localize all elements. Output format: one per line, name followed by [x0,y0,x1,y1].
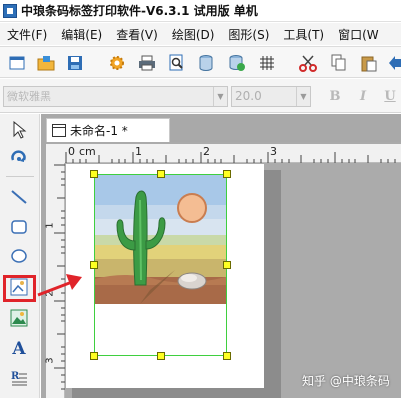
resize-handle-bottom-right[interactable] [223,352,231,360]
italic-button[interactable]: I [355,88,371,106]
ruler-label-1: 1 [135,145,142,158]
ruler-v-label-1: 1 [44,222,56,229]
chevron-down-icon[interactable]: ▼ [296,87,310,106]
ruler-v-label-3: 3 [44,357,56,364]
selection-frame [94,174,227,356]
highlight-box [3,275,36,302]
copy-icon[interactable] [330,54,348,72]
open-folder-icon[interactable] [37,54,55,72]
tab-label: 未命名-1 * [70,124,128,138]
font-family-value: 微软雅黑 [7,90,51,103]
resize-handle-bottom-left[interactable] [90,352,98,360]
resize-handle-bottom-center[interactable] [157,352,165,360]
document-icon [52,124,66,137]
database-settings-icon[interactable] [228,54,246,72]
main-toolbar [0,46,401,78]
menu-edit[interactable]: 编辑(E) [54,26,109,43]
annotation-arrow-icon [37,274,82,297]
rounded-rect-tool-icon[interactable] [8,216,30,238]
ruler-label-0: 0 [68,145,75,158]
print-icon[interactable] [138,54,156,72]
menu-shape[interactable]: 图形(S) [221,26,276,43]
watermark: 知乎 @中琅条码 [302,374,390,388]
font-size-value: 20.0 [235,89,262,103]
ruler-corner [46,144,65,163]
svg-text:R: R [11,371,20,382]
line-tool-icon[interactable] [8,186,30,208]
resize-handle-middle-left[interactable] [90,261,98,269]
font-family-select[interactable]: 微软雅黑 ▼ [3,86,228,107]
page-shadow-bottom [72,388,281,398]
database-icon[interactable] [197,54,215,72]
page-shadow [264,170,281,398]
left-tool-panel: A R [0,114,40,398]
resize-handle-top-left[interactable] [90,170,98,178]
ruler-label-2: 2 [203,145,210,158]
menu-view[interactable]: 查看(V) [109,26,165,43]
menu-window[interactable]: 窗口(W [331,26,386,43]
menu-file[interactable]: 文件(F) [0,26,54,43]
ruler-label-3: 3 [270,145,277,158]
menu-draw[interactable]: 绘图(D) [165,26,222,43]
app-icon [3,3,17,18]
ellipse-tool-icon[interactable] [8,245,30,267]
cut-icon[interactable] [299,54,317,72]
text-tool-icon[interactable]: A [8,338,30,360]
bold-button[interactable]: B [327,88,343,106]
horizontal-ruler: 0 cm 1 2 3 [65,144,401,163]
underline-button[interactable]: U [382,88,398,106]
resize-handle-middle-right[interactable] [223,261,231,269]
rich-text-tool-icon[interactable]: R [8,367,30,389]
arrow-left-icon[interactable] [387,54,401,72]
resize-handle-top-right[interactable] [223,170,231,178]
format-toolbar: 微软雅黑 ▼ 20.0 ▼ B I U [0,79,401,113]
paste-icon[interactable] [360,54,378,72]
resize-handle-top-center[interactable] [157,170,165,178]
menu-tools[interactable]: 工具(T) [276,26,331,43]
select-arrow-icon[interactable] [8,119,30,141]
save-icon[interactable] [66,54,84,72]
title-bar: 中琅条码标签打印软件-V6.3.1 试用版 单机 [0,0,401,22]
font-size-select[interactable]: 20.0 ▼ [231,86,311,107]
ruler-label-unit: cm [79,145,96,158]
print-preview-icon[interactable] [168,54,186,72]
tab-document[interactable]: 未命名-1 * [46,118,170,142]
menu-bar: 文件(F) 编辑(E) 查看(V) 绘图(D) 图形(S) 工具(T) 窗口(W [0,23,401,45]
rotate-icon[interactable] [8,146,30,168]
new-document-icon[interactable] [8,54,26,72]
window-title: 中琅条码标签打印软件-V6.3.1 试用版 单机 [21,4,258,18]
chevron-down-icon[interactable]: ▼ [213,87,227,106]
settings-gear-icon[interactable] [108,54,126,72]
picture-tool-icon[interactable] [8,307,30,329]
grid-icon[interactable] [258,54,276,72]
